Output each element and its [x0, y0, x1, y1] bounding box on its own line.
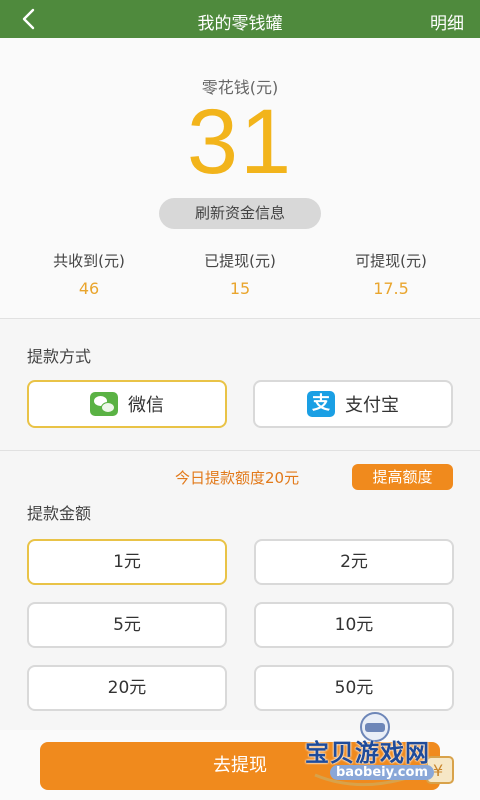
stat-value: 15	[229, 279, 251, 298]
stat-value: 46	[78, 279, 100, 298]
stat-total-received: 共收到(元) 46	[9, 250, 169, 298]
top-bar: 我的零钱罐 明细	[0, 0, 480, 38]
detail-link[interactable]: 明细	[430, 9, 464, 34]
divider	[0, 450, 480, 451]
watermark-site: baobeiy.com	[330, 765, 434, 780]
amount-option-20[interactable]: 20元	[27, 665, 227, 711]
withdraw-amount-label: 提款金额	[27, 504, 92, 523]
watermark-brand: 宝贝游戏网	[305, 739, 430, 767]
stat-label: 共收到(元)	[53, 252, 125, 270]
alipay-icon: 支	[307, 391, 335, 417]
amount-option-2[interactable]: 2元	[254, 539, 454, 585]
amount-option-10[interactable]: 10元	[254, 602, 454, 648]
wechat-icon	[90, 392, 118, 416]
divider	[0, 318, 480, 319]
page-title: 我的零钱罐	[197, 14, 283, 34]
payment-method-label: 提款方式	[27, 347, 92, 366]
pocket-money-amount: 31	[186, 91, 294, 193]
raise-quota-button[interactable]: 提高额度	[352, 464, 453, 490]
stat-withdrawn: 已提现(元) 15	[160, 250, 320, 298]
alipay-option[interactable]: 支 支付宝	[253, 380, 453, 428]
stat-withdrawable: 可提现(元) 17.5	[311, 250, 471, 298]
balance-card: 零花钱(元) 31 刷新资金信息 共收到(元) 46 已提现(元) 15 可提现…	[0, 38, 480, 318]
amount-option-1[interactable]: 1元	[27, 539, 227, 585]
refresh-funds-button[interactable]: 刷新资金信息	[159, 198, 321, 229]
daily-quota-text: 今日提款额度20元	[175, 469, 300, 487]
stat-label: 可提现(元)	[355, 252, 427, 270]
alipay-option-label: 支付宝	[345, 395, 399, 416]
wechat-option-label: 微信	[128, 395, 164, 416]
stat-label: 已提现(元)	[204, 252, 276, 270]
stat-value: 17.5	[373, 279, 409, 298]
amount-option-5[interactable]: 5元	[27, 602, 227, 648]
wechat-option[interactable]: 微信	[27, 380, 227, 428]
